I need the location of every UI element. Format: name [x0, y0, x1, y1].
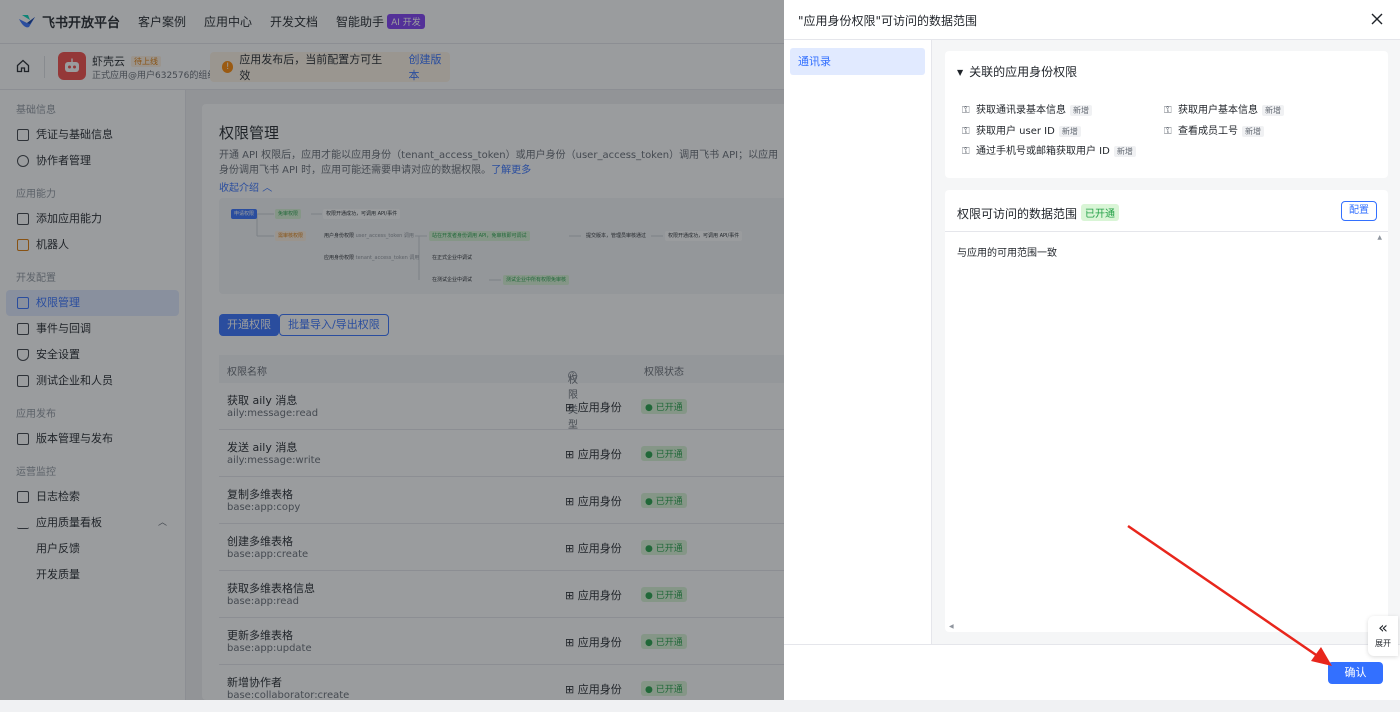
- status-badge: 已开通: [1081, 204, 1120, 221]
- data-scope-title: 权限可访问的数据范围 已开通: [957, 204, 1120, 222]
- new-tag: 新增: [1262, 105, 1284, 116]
- key-icon: ⚿: [962, 146, 970, 157]
- permission-item: ⚿ 获取通讯录基本信息 新增: [962, 101, 1092, 116]
- drawer-title: "应用身份权限"可访问的数据范围: [798, 14, 978, 28]
- scope-description: 与应用的可用范围一致: [957, 248, 1057, 259]
- annotation-arrow-icon: [1127, 524, 1332, 666]
- data-scope-title-text: 权限可访问的数据范围: [957, 207, 1078, 221]
- associated-permissions-title: 关联的应用身份权限: [969, 65, 1078, 79]
- key-icon: ⚿: [962, 105, 970, 116]
- key-icon: ⚿: [1164, 126, 1172, 137]
- permission-label: 通过手机号或邮箱获取用户 ID: [976, 146, 1110, 157]
- drawer-header: "应用身份权限"可访问的数据范围: [784, 0, 1400, 40]
- permission-item: ⚿ 查看成员工号 新增: [1164, 122, 1264, 137]
- scroll-up-arrow-icon[interactable]: ▲: [1377, 234, 1382, 241]
- new-tag: 新增: [1113, 146, 1136, 157]
- config-button[interactable]: 配置: [1341, 201, 1377, 221]
- key-icon: ⚿: [962, 126, 970, 137]
- modal-overlay[interactable]: [0, 0, 784, 700]
- expand-label: 展开: [1375, 639, 1391, 648]
- tab-contacts[interactable]: 通讯录: [790, 48, 925, 75]
- scroll-left-arrow-icon[interactable]: ◀: [949, 623, 954, 630]
- key-icon: ⚿: [1164, 105, 1172, 116]
- permission-label: 获取通讯录基本信息: [976, 105, 1066, 116]
- permission-label: 获取用户基本信息: [1178, 105, 1258, 116]
- associated-permissions-card: ▼ 关联的应用身份权限 ⚿ 获取通讯录基本信息 新增 ⚿ 获取用户基本信息 新增 ⚿ 获取用…: [945, 51, 1388, 178]
- permission-item: ⚿ 获取用户 user ID 新增: [962, 122, 1081, 137]
- permission-item: ⚿ 获取用户基本信息 新增: [1164, 101, 1284, 116]
- close-icon[interactable]: [1370, 12, 1384, 26]
- double-chevron-left-icon: «: [1378, 618, 1388, 637]
- new-tag: 新增: [1058, 126, 1081, 137]
- permission-item: ⚿ 通过手机号或邮箱获取用户 ID 新增: [962, 142, 1136, 157]
- data-scope-header: 权限可访问的数据范围 已开通 配置: [945, 190, 1388, 232]
- new-tag: 新增: [1242, 126, 1264, 137]
- new-tag: 新增: [1070, 105, 1092, 116]
- permission-label: 查看成员工号: [1178, 126, 1238, 137]
- drawer-nav: 通讯录: [784, 40, 932, 644]
- associated-permissions-header[interactable]: ▼ 关联的应用身份权限: [957, 63, 1077, 80]
- permission-label: 获取用户 user ID: [976, 126, 1055, 137]
- caret-down-icon: ▼: [957, 68, 964, 77]
- expand-button[interactable]: « 展开: [1368, 616, 1398, 656]
